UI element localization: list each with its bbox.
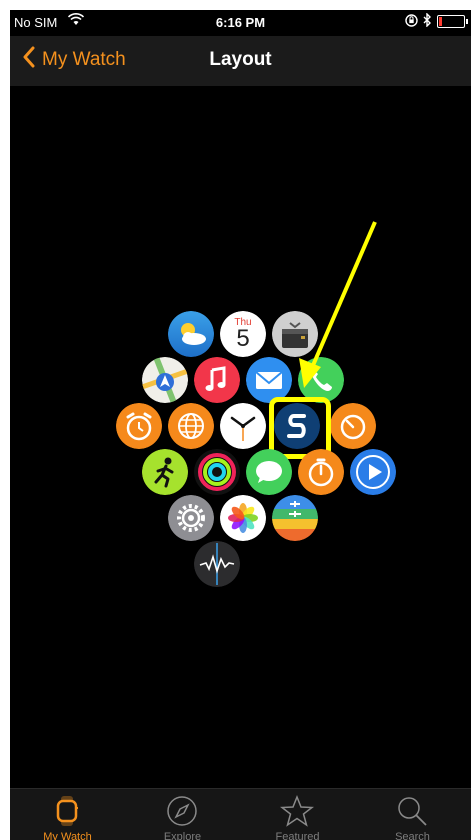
star-icon — [279, 794, 315, 828]
tab-my-watch[interactable]: My Watch — [10, 789, 125, 840]
tab-featured[interactable]: Featured — [240, 789, 355, 840]
tab-search[interactable]: Search — [355, 789, 470, 840]
compass-icon — [165, 794, 199, 828]
tab-bar: My Watch Explore Featured Search — [10, 788, 471, 840]
tab-label: Search — [395, 831, 430, 840]
watch-icon — [50, 794, 84, 828]
annotation-arrow — [299, 221, 377, 388]
tab-label: Featured — [275, 831, 320, 840]
tab-label: My Watch — [43, 831, 92, 840]
tab-label: Explore — [163, 831, 202, 840]
tab-explore[interactable]: Explore — [125, 789, 240, 840]
search-icon — [395, 794, 429, 828]
screen: No SIM 6:16 PM My Watch Layout Thu 5 My … — [10, 10, 471, 840]
